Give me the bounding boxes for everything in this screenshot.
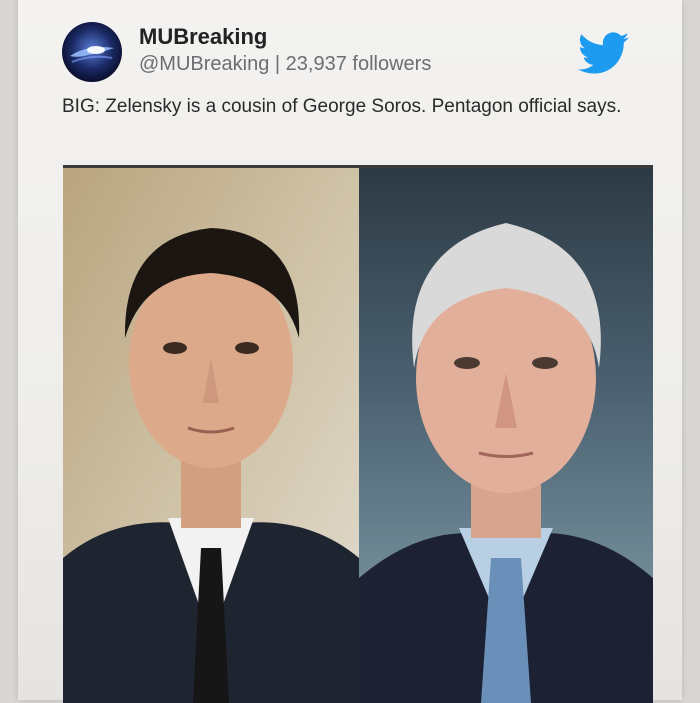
handle[interactable]: @MUBreaking xyxy=(139,53,269,75)
display-name[interactable]: MUBreaking xyxy=(139,24,267,50)
tweet-photo-right xyxy=(359,168,653,703)
tweet-media[interactable] xyxy=(63,165,653,703)
tweet-text: BIG: Zelensky is a cousin of George Soro… xyxy=(62,96,622,117)
followers-count: 23,937 followers xyxy=(285,53,432,75)
screen-photo-background: MUBreaking @MUBreaking | 23,937 follower… xyxy=(18,0,682,703)
separator: | xyxy=(274,53,281,75)
handle-line: @MUBreaking | 23,937 followers xyxy=(139,53,431,76)
tweet-header: MUBreaking @MUBreaking | 23,937 follower… xyxy=(62,20,652,90)
tweet-photo-left xyxy=(63,168,359,703)
twitter-bird-icon[interactable] xyxy=(578,32,630,76)
avatar[interactable] xyxy=(62,22,122,82)
